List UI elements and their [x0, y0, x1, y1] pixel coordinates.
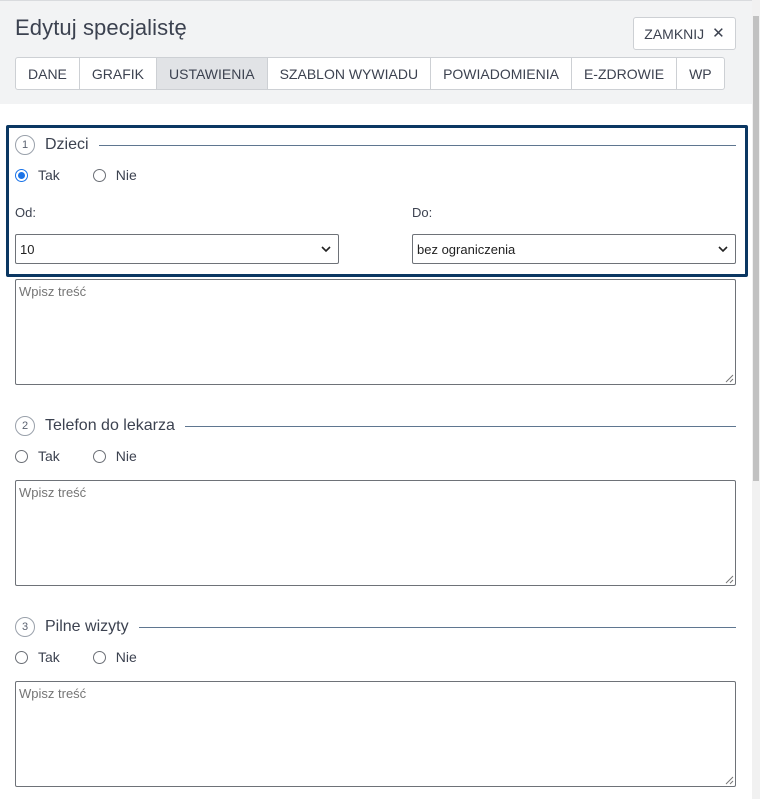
- section-number: 2: [15, 416, 35, 436]
- close-icon: ✕: [712, 25, 725, 42]
- resize-handle-icon[interactable]: [725, 575, 734, 584]
- to-label: Do:: [412, 205, 433, 220]
- tab-dane[interactable]: DANE: [16, 58, 80, 89]
- radio-tak[interactable]: [15, 449, 28, 463]
- textarea-telefon[interactable]: Wpisz treść: [15, 480, 736, 586]
- tab-e-zdrowie[interactable]: E-ZDROWIE: [572, 58, 678, 89]
- modal-header: Edytuj specjalistę ZAMKNIJ ✕ DANE GRAFIK…: [0, 0, 752, 104]
- textarea-pilne[interactable]: Wpisz treść: [15, 681, 736, 787]
- tab-szablon-wywiadu[interactable]: SZABLON WYWIADU: [268, 58, 432, 89]
- section-number: 1: [15, 135, 35, 155]
- section-label: Pilne wizyty: [45, 618, 129, 635]
- to-select-value: bez ograniczenia: [417, 241, 516, 257]
- section-divider: [138, 626, 736, 628]
- radio-label-nie: Nie: [115, 167, 137, 183]
- section-label: Dzieci: [45, 136, 89, 153]
- radio-label-nie: Nie: [115, 649, 137, 665]
- tab-powiadomienia[interactable]: POWIADOMIENIA: [431, 58, 572, 89]
- textarea-placeholder: Wpisz treść: [19, 485, 87, 500]
- radio-label-nie: Nie: [115, 448, 137, 464]
- tab-bar: DANE GRAFIK USTAWIENIA SZABLON WYWIADU P…: [15, 57, 725, 90]
- radio-group-telefon: Tak Nie: [15, 447, 170, 465]
- radio-tak[interactable]: [15, 168, 28, 182]
- section-label: Telefon do lekarza: [45, 417, 175, 434]
- chevron-down-icon: [718, 246, 728, 253]
- from-select-value: 10: [20, 241, 35, 257]
- scrollbar-thumb[interactable]: [753, 16, 759, 481]
- from-select[interactable]: 10: [15, 234, 339, 264]
- textarea-dzieci[interactable]: Wpisz treść: [15, 279, 736, 385]
- textarea-placeholder: Wpisz treść: [19, 686, 87, 701]
- radio-nie[interactable]: [92, 168, 106, 182]
- tab-wp[interactable]: WP: [677, 58, 724, 89]
- section-divider: [98, 144, 736, 146]
- close-button[interactable]: ZAMKNIJ ✕: [633, 17, 736, 50]
- radio-label-tak: Tak: [38, 448, 60, 464]
- section-divider: [184, 425, 736, 427]
- resize-handle-icon[interactable]: [725, 776, 734, 785]
- tab-grafik[interactable]: GRAFIK: [80, 58, 158, 89]
- section-heading-telefon: 2 Telefon do lekarza: [15, 416, 736, 436]
- to-select[interactable]: bez ograniczenia: [412, 234, 736, 264]
- tab-ustawienia[interactable]: USTAWIENIA: [157, 58, 268, 89]
- from-label: Od:: [15, 205, 36, 220]
- radio-group-dzieci: Tak Nie: [15, 166, 170, 184]
- page-title: Edytuj specjalistę: [15, 15, 187, 40]
- chevron-down-icon: [321, 246, 331, 253]
- radio-label-tak: Tak: [38, 649, 60, 665]
- radio-label-tak: Tak: [38, 167, 60, 183]
- section-heading-pilne: 3 Pilne wizyty: [15, 617, 736, 637]
- textarea-placeholder: Wpisz treść: [19, 284, 87, 299]
- resize-handle-icon[interactable]: [725, 374, 734, 383]
- radio-nie[interactable]: [92, 650, 106, 664]
- close-button-label: ZAMKNIJ: [644, 25, 705, 42]
- radio-nie[interactable]: [92, 449, 106, 463]
- radio-group-pilne: Tak Nie: [15, 648, 170, 666]
- section-heading-dzieci: 1 Dzieci: [15, 135, 736, 155]
- section-number: 3: [15, 617, 35, 637]
- radio-tak[interactable]: [15, 650, 28, 664]
